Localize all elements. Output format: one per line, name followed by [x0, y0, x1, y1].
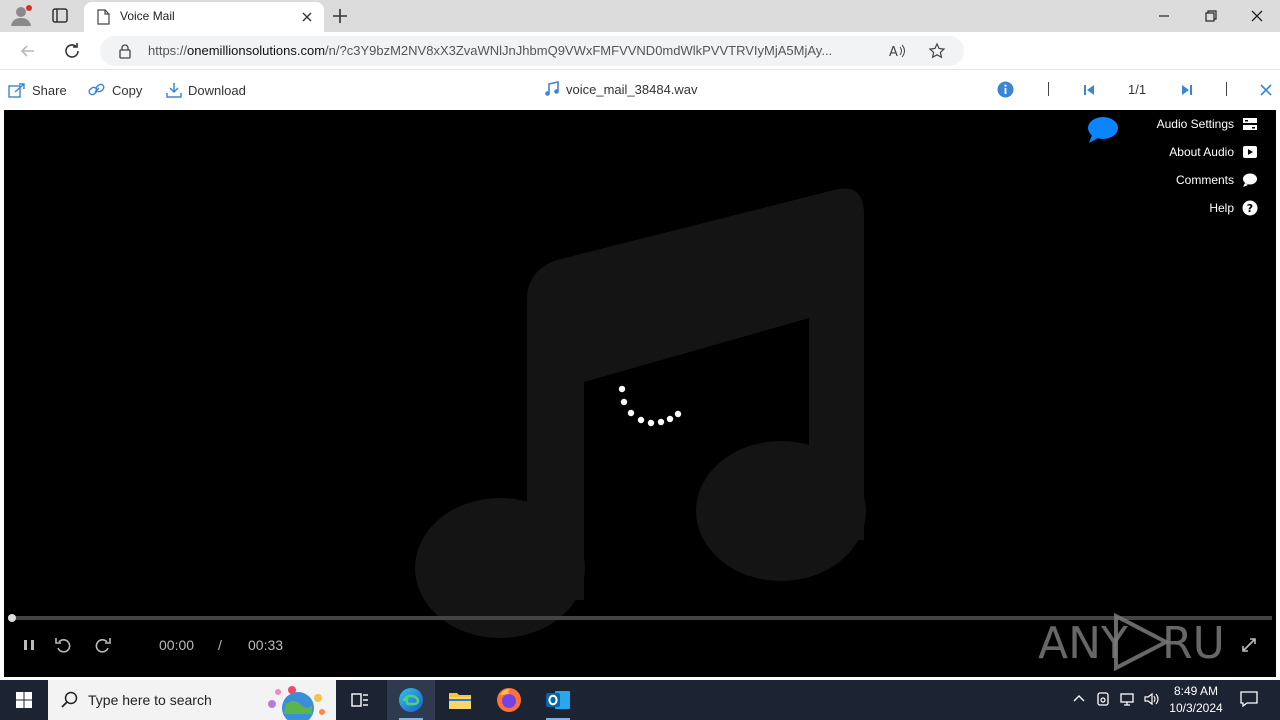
anyrun-watermark-logo: ANY RUN: [1038, 610, 1258, 672]
windows-taskbar: Type here to search 8:49 AM 10/3/2024: [0, 680, 1280, 720]
show-hidden-icons-chevron-icon[interactable]: [1071, 691, 1087, 707]
first-page-icon[interactable]: [1082, 82, 1096, 96]
clock-date: 10/3/2024: [1169, 701, 1223, 715]
video-play-icon: [1243, 146, 1257, 158]
file-name-label: voice_mail_38484.wav: [566, 81, 698, 97]
download-button[interactable]: Download: [166, 81, 246, 99]
edge-browser-taskbar-icon[interactable]: [387, 680, 435, 720]
url-text[interactable]: https://onemillionsolutions.com/n/?c3Y9b…: [148, 43, 878, 58]
system-clock[interactable]: 8:49 AM 10/3/2024: [1166, 683, 1226, 717]
current-time: 00:00: [159, 637, 195, 653]
rewind-icon[interactable]: [54, 636, 72, 654]
comments-label: Comments: [1175, 173, 1234, 187]
document-icon: [96, 9, 110, 25]
info-icon[interactable]: [997, 81, 1014, 98]
about-audio-label: About Audio: [1169, 145, 1234, 159]
svg-text:?: ?: [1247, 202, 1253, 215]
help-label: Help: [1209, 201, 1234, 215]
browser-toolbar: https://onemillionsolutions.com/n/?c3Y9b…: [0, 32, 1280, 92]
comment-icon: [1243, 173, 1257, 187]
page-indicator: 1/1: [1128, 82, 1147, 97]
help-menu-item[interactable]: Help ?: [1209, 199, 1258, 217]
browser-tab-bar: Voice Mail: [0, 0, 1280, 32]
pause-icon[interactable]: [20, 636, 38, 654]
seek-thumb[interactable]: [8, 614, 16, 622]
copy-button[interactable]: Copy: [88, 81, 142, 99]
close-tab-icon[interactable]: [300, 9, 314, 23]
music-note-icon: [545, 81, 559, 96]
read-aloud-icon[interactable]: A: [888, 42, 906, 60]
settings-icon: [1243, 118, 1257, 130]
time-separator: /: [218, 637, 222, 653]
task-view-icon[interactable]: [336, 680, 384, 720]
audio-settings-menu-item[interactable]: Audio Settings: [1157, 115, 1258, 133]
active-tab[interactable]: Voice Mail: [84, 2, 324, 32]
profile-avatar-icon[interactable]: [8, 4, 34, 28]
network-icon[interactable]: [1119, 691, 1135, 707]
refresh-icon[interactable]: [62, 41, 82, 61]
favorite-star-icon[interactable]: [928, 42, 946, 60]
audio-player[interactable]: Audio Settings About Audio Comments Help…: [4, 110, 1276, 677]
search-icon: [61, 691, 79, 709]
help-icon: ?: [1242, 200, 1258, 216]
address-bar[interactable]: https://onemillionsolutions.com/n/?c3Y9b…: [100, 36, 964, 66]
firefox-icon[interactable]: [485, 680, 533, 720]
device-icon[interactable]: [1095, 691, 1111, 707]
back-arrow-icon[interactable]: [18, 41, 38, 61]
notification-icon[interactable]: [1240, 691, 1258, 708]
copy-label: Copy: [112, 82, 143, 98]
last-page-icon[interactable]: [1180, 82, 1194, 96]
volume-icon[interactable]: [1143, 691, 1159, 707]
duration: 00:33: [248, 637, 284, 653]
share-label: Share: [32, 82, 67, 98]
clock-time: 8:49 AM: [1173, 684, 1219, 698]
audio-settings-label: Audio Settings: [1156, 117, 1234, 131]
restore-icon[interactable]: [1203, 8, 1219, 24]
tab-title: Voice Mail: [120, 9, 175, 23]
svg-text:A: A: [889, 45, 898, 60]
toolbar-divider: [1048, 82, 1049, 96]
lock-icon[interactable]: [118, 43, 132, 59]
minimize-icon[interactable]: [1156, 8, 1172, 24]
svg-text:RUN: RUN: [1162, 618, 1228, 669]
fullscreen-icon[interactable]: [1240, 636, 1258, 654]
tab-actions-icon[interactable]: [48, 6, 72, 26]
download-icon: [166, 83, 182, 98]
comments-menu-item[interactable]: Comments: [1176, 171, 1258, 189]
viewer-toolbar: Share Copy Download voice_mail_38484.wav…: [0, 70, 1280, 110]
forward-icon[interactable]: [94, 636, 112, 654]
close-viewer-icon[interactable]: [1259, 82, 1273, 96]
about-audio-menu-item[interactable]: About Audio: [1169, 143, 1258, 161]
search-highlight-globe-icon: [260, 682, 332, 720]
share-button[interactable]: Share: [8, 81, 67, 99]
toolbar-divider: [1226, 82, 1227, 96]
search-placeholder: Type here to search: [88, 692, 212, 708]
taskbar-search-input[interactable]: Type here to search: [48, 680, 336, 720]
share-icon: [8, 83, 25, 98]
new-tab-icon[interactable]: [330, 6, 350, 26]
file-explorer-icon[interactable]: [436, 680, 484, 720]
copy-link-icon: [88, 83, 105, 96]
file-name: voice_mail_38484.wav: [544, 81, 698, 97]
download-label: Download: [188, 82, 246, 98]
close-window-icon[interactable]: [1249, 8, 1265, 24]
chat-bubble-icon[interactable]: [1086, 115, 1120, 145]
loading-spinner-icon: [616, 382, 686, 430]
windows-start-icon[interactable]: [0, 680, 48, 720]
outlook-icon[interactable]: [534, 680, 582, 720]
